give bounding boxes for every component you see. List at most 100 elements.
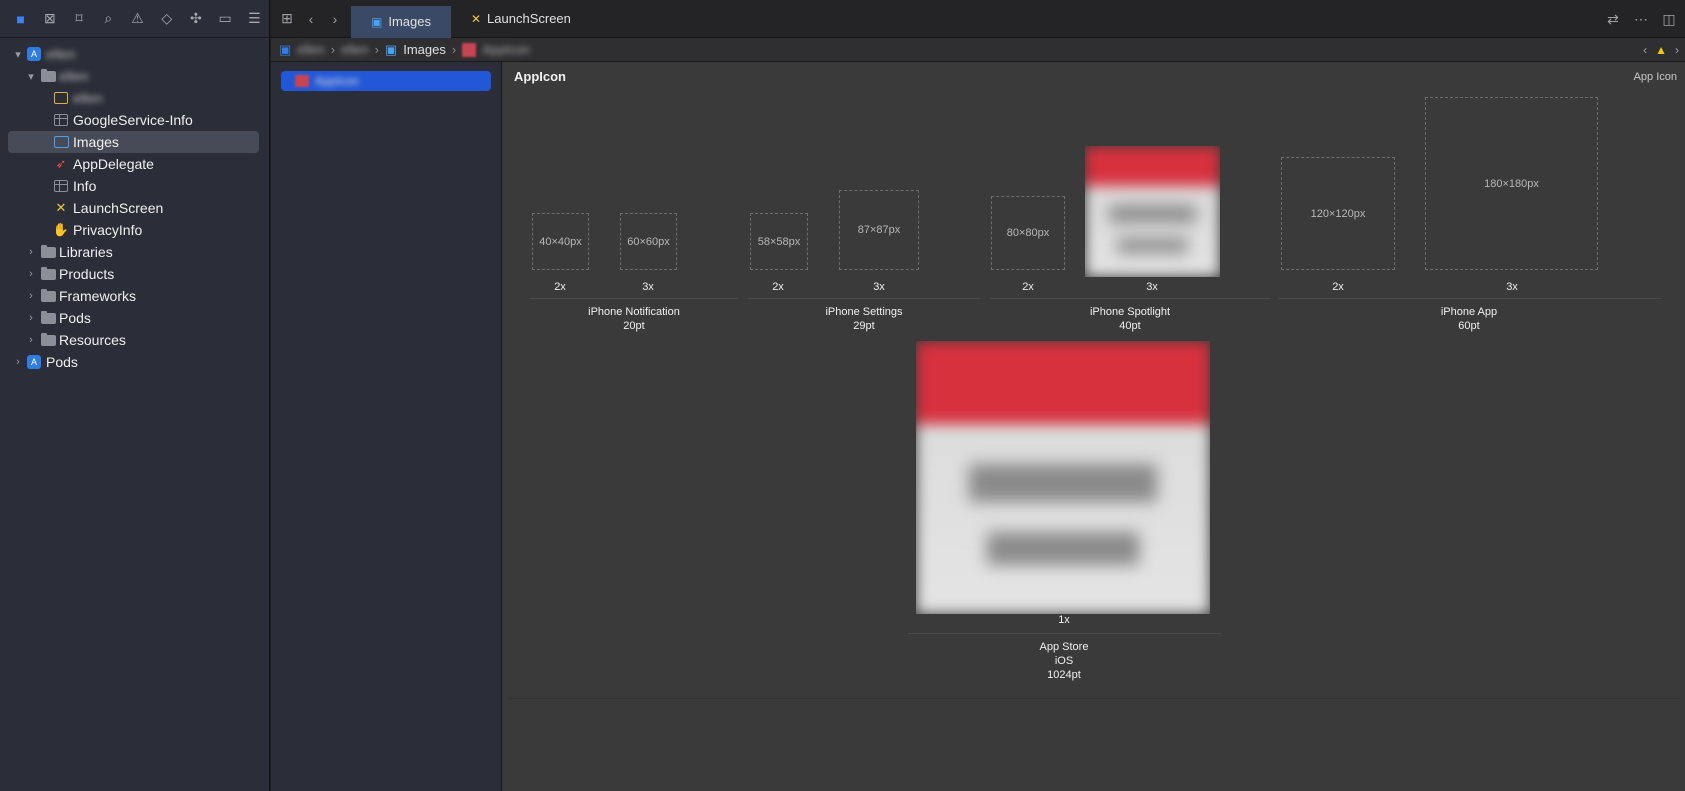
scale-label: 3x [642,281,654,293]
group-divider [529,298,739,299]
navigator-item-ellen[interactable]: ▾ Aellen [0,43,269,65]
navigator-item-frameworks[interactable]: › Frameworks [0,285,269,307]
navigator-item-products[interactable]: › Products [0,263,269,285]
asset-set-appicon[interactable]: AppIcon [281,71,491,91]
navigator-item-info[interactable]: Info [0,175,269,197]
tab-launchscreen[interactable]: ✕ LaunchScreen [451,4,591,34]
breadcrumb-project[interactable]: ellen [297,42,324,57]
tab-label: Images [388,14,431,29]
group-title: App Store [1039,641,1089,653]
bookmark-icon[interactable]: ⌑ [64,0,93,38]
icon-slot-appstore-1x[interactable] [916,341,1210,614]
plist-icon [53,179,69,193]
slot-size-label: 58×58px [757,235,801,248]
icon-slot-notification-3x[interactable]: 60×60px [620,213,677,270]
icon-slot-app-3x[interactable]: 180×180px [1425,97,1598,270]
navigator-item-privacyinfo[interactable]: ✋ PrivacyInfo [0,219,269,241]
navigator-item-appdelegate[interactable]: ➶ AppDelegate [0,153,269,175]
test-icon[interactable]: ◇ [152,0,181,38]
group-divider [989,298,1271,299]
navigator-item-label: PrivacyInfo [73,222,143,238]
group-label-notification: iPhone Notification 20pt [534,305,734,333]
more-icon[interactable]: ⋯ [1629,0,1653,38]
scale-label: 2x [554,281,566,293]
scale-label: 3x [873,281,885,293]
chevron-right-icon[interactable]: › [25,268,37,280]
navigator-item-ellen[interactable]: ellen [0,87,269,109]
group-label-app: iPhone App 60pt [1369,305,1569,333]
group-title: iPhone Spotlight [1089,306,1171,318]
slot-size-label: 120×120px [1310,207,1366,220]
breadcrumb-appicon[interactable]: AppIcon [482,42,530,57]
breakpoint-icon[interactable]: ▭ [211,0,240,38]
app-icon-image-detail [986,532,1140,565]
forward-arrow-icon[interactable]: › [323,0,347,38]
group-title: iPhone Settings [825,306,903,318]
find-icon[interactable]: ⌕ [94,0,123,38]
chevron-right-icon[interactable]: › [25,246,37,258]
folder-icon [40,310,56,325]
icon-slot-settings-2x[interactable]: 58×58px [750,213,808,270]
icon-slot-spotlight-3x[interactable] [1085,146,1220,277]
issue-icon[interactable]: ⚠ [123,0,152,38]
breadcrumb: ▣ ellen › ellen › ▣ Images › AppIcon ‹ ▲… [271,38,1685,62]
navigator-item-launchscreen[interactable]: ✕ LaunchScreen [0,197,269,219]
group-detail: 1024pt [1047,669,1081,681]
scale-label: 2x [772,281,784,293]
chevron-right-icon: › [330,42,336,57]
report-icon[interactable]: ☰ [240,0,269,38]
swap-icon[interactable]: ⇄ [1601,0,1625,38]
navigator-item-libraries[interactable]: › Libraries [0,241,269,263]
appicon-editor: AppIcon App Icon 40×40px 60×60px 2x 3x i… [503,62,1685,791]
folder-icon [40,244,56,259]
inspector-toggle-icon[interactable]: ◫ [1657,0,1681,38]
navigator-item-label: Info [73,178,97,194]
chevron-right-icon[interactable]: › [1675,43,1679,57]
folder-icon[interactable]: ■ [6,0,35,38]
chevron-right-icon[interactable]: › [25,312,37,324]
chevron-down-icon[interactable]: ▾ [12,48,24,61]
chevron-right-icon[interactable]: › [25,334,37,346]
back-arrow-icon[interactable]: ‹ [299,0,323,38]
page-title: AppIcon [514,69,566,84]
plist-icon [53,113,69,127]
navigator-item-pods[interactable]: › Pods [0,307,269,329]
navigator-item-resources[interactable]: › Resources [0,329,269,351]
scale-label: 2x [1332,281,1344,293]
navigator-item-images[interactable]: Images [0,131,269,153]
icon-slot-notification-2x[interactable]: 40×40px [532,213,589,270]
navigator-item-googleservice-info[interactable]: GoogleService-Info [0,109,269,131]
slot-size-label: 40×40px [539,235,582,248]
tab-bar: ⊞ ‹ › ▣ Images ✕ LaunchScreen ⇄ ⋯ ◫ [271,0,1685,38]
chevron-down-icon[interactable]: ▾ [25,70,37,83]
appicon-thumb-icon [295,75,309,87]
appicon-thumb-icon [462,42,477,57]
icon-slot-app-2x[interactable]: 120×120px [1281,157,1395,270]
chevron-left-icon[interactable]: ‹ [1643,43,1647,57]
assets-icon [53,135,69,149]
chevron-right-icon[interactable]: › [12,356,24,368]
group-subtitle: iOS [1054,655,1074,667]
navigator-item-ellen[interactable]: ▾ ellen [0,65,269,87]
asset-kind-label: App Icon [1633,71,1677,83]
slot-size-label: 180×180px [1484,177,1539,190]
group-divider [748,298,980,299]
source-control-icon[interactable]: ⊠ [35,0,64,38]
grid-icon[interactable]: ⊞ [275,0,299,38]
slot-size-label: 80×80px [1006,227,1050,239]
warning-icon[interactable]: ▲ [1655,43,1667,57]
icon-slot-spotlight-2x[interactable]: 80×80px [991,196,1065,270]
breadcrumb-images[interactable]: Images [403,42,446,57]
group-subtitle: 20pt [623,320,645,332]
chevron-right-icon[interactable]: › [25,290,37,302]
icon-slot-settings-3x[interactable]: 87×87px [839,190,919,270]
navigator-item-pods[interactable]: › A Pods [0,351,269,373]
group-divider [908,633,1221,634]
navigator-item-label: LaunchScreen [73,200,164,216]
navigator-item-label: Frameworks [59,288,137,304]
tab-images[interactable]: ▣ Images [351,5,451,38]
debug-icon[interactable]: ✣ [181,0,210,38]
breadcrumb-group[interactable]: ellen [341,42,368,57]
navigator-item-label: Images [73,134,119,150]
project-icon: ▣ [279,41,292,57]
